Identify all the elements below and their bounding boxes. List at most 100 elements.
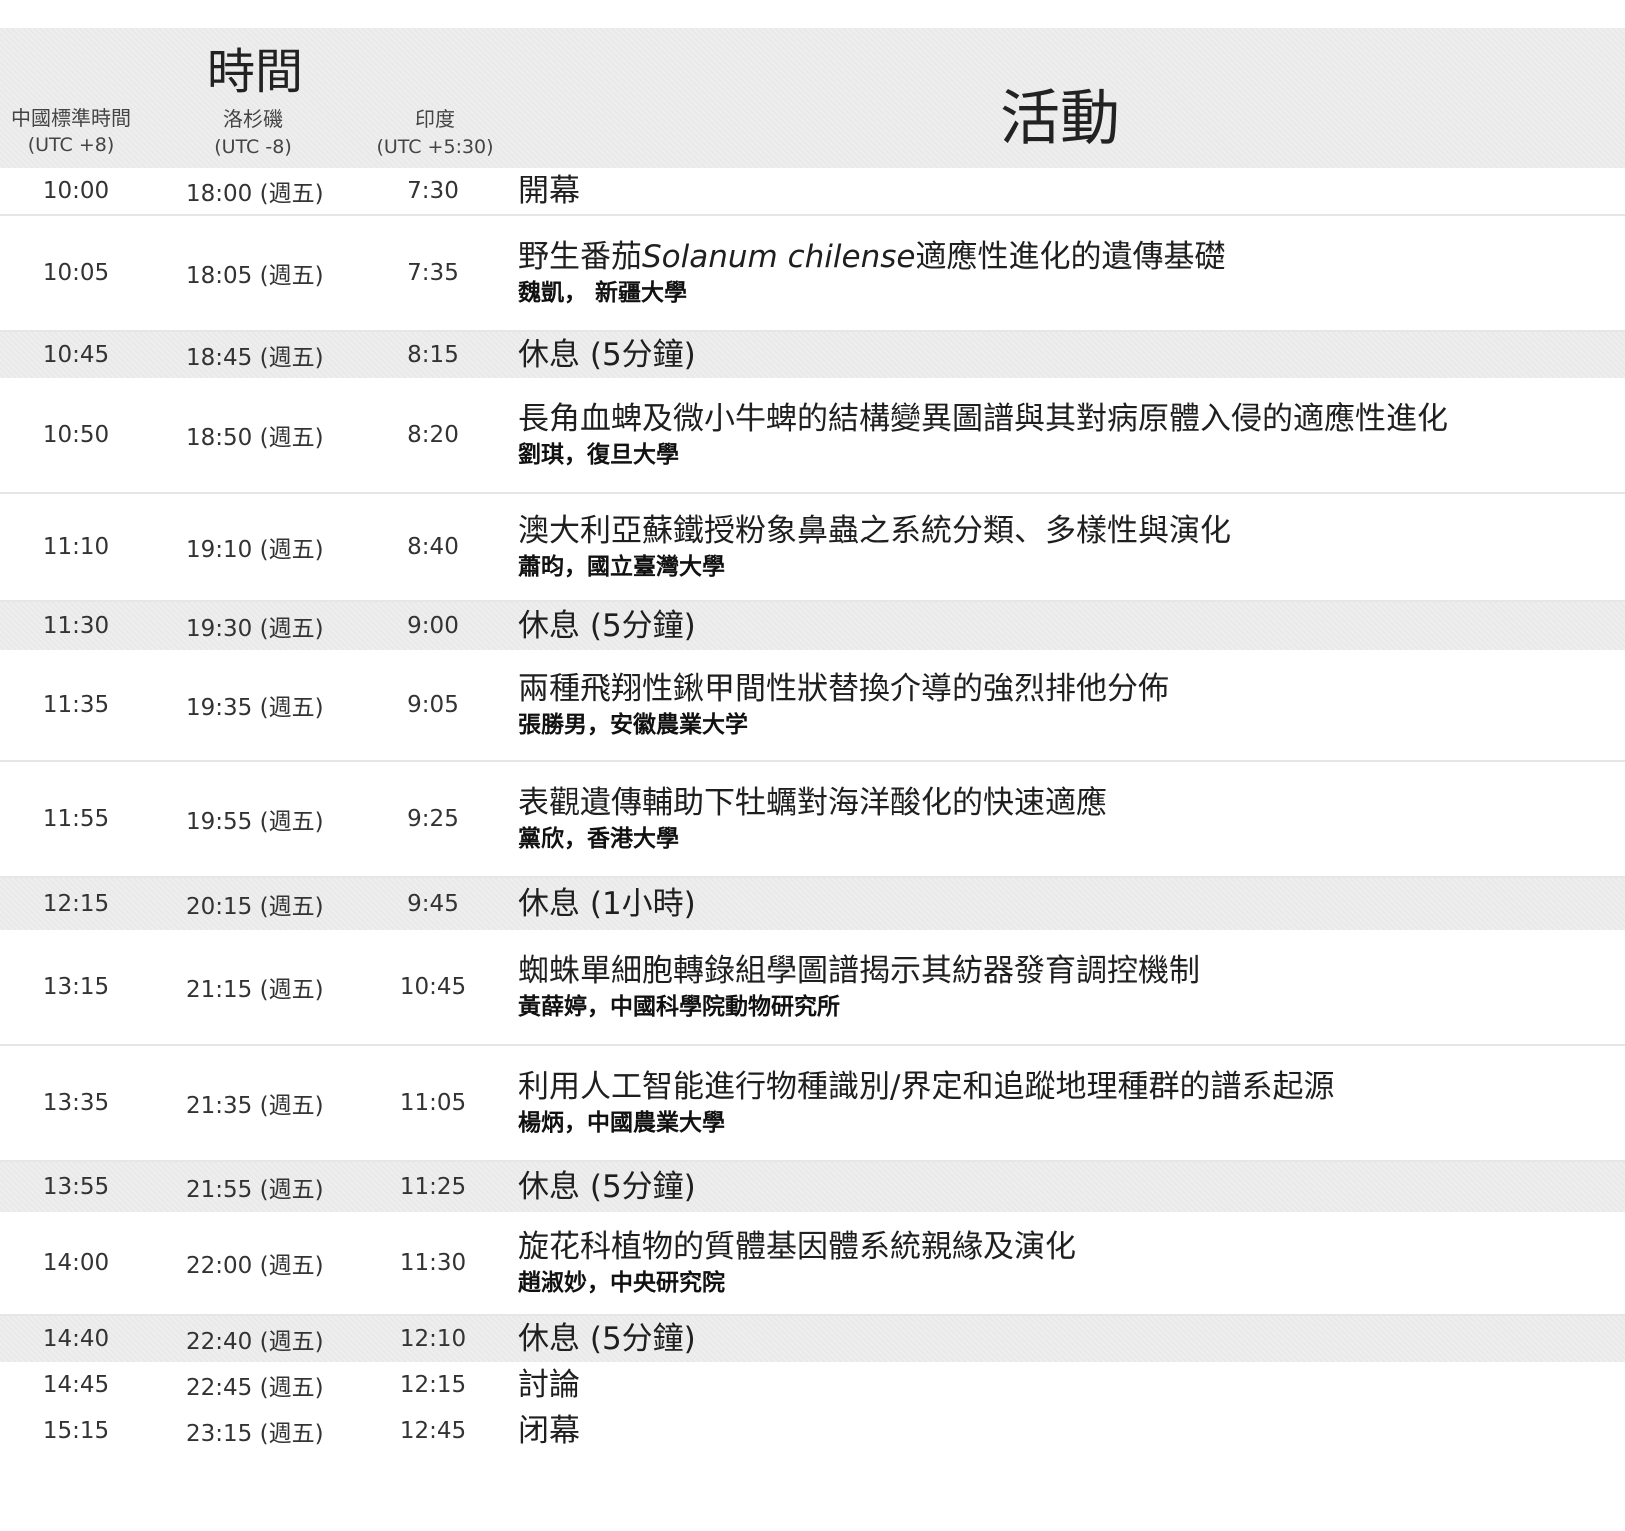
time-india: 9:00	[407, 613, 459, 639]
time-la: 18:00 (週五)	[186, 181, 324, 207]
activity-title: 旋花科植物的質體基因體系統親緣及演化	[518, 1229, 1076, 1265]
time-la: 21:15 (週五)	[186, 977, 324, 1003]
time-india: 7:30	[407, 178, 459, 204]
break-row: 13:55 21:55 (週五) 11:25 休息 (5分鐘)	[0, 1162, 1625, 1212]
activity-title: 休息 (5分鐘)	[518, 608, 696, 644]
speaker: 劉琪，復旦大學	[518, 442, 679, 468]
break-row: 11:30 19:30 (週五) 9:00 休息 (5分鐘)	[0, 602, 1625, 650]
time-china: 10:45	[42, 342, 110, 368]
time-india: 9:45	[407, 891, 459, 917]
speaker: 楊炳，中國農業大學	[518, 1110, 725, 1136]
time-china: 12:15	[42, 891, 110, 917]
time-la: 19:55 (週五)	[186, 809, 324, 835]
table-row: 10:05 18:05 (週五) 7:35 野生番茄Solanum chilense適…	[0, 216, 1625, 332]
table-header: 時間 中國標準時間(UTC +8) 洛杉磯 (UTC -8) 印度 (UTC +…	[0, 28, 1625, 168]
col-la-tz: (UTC -8)	[214, 136, 292, 158]
time-india: 7:35	[407, 260, 459, 286]
col-header-china: 中國標準時間(UTC +8)	[0, 105, 150, 158]
table-row: 15:15 23:15 (週五) 12:45 闭幕	[0, 1408, 1625, 1454]
table-row: 11:10 19:10 (週五) 8:40 澳大利亞蘇鐵授粉象鼻蟲之系統分類、多樣性與…	[0, 494, 1625, 602]
time-la: 22:40 (週五)	[186, 1329, 324, 1355]
time-la: 22:00 (週五)	[186, 1253, 324, 1279]
break-row: 12:15 20:15 (週五) 9:45 休息 (1小時)	[0, 878, 1625, 930]
activity-title: 休息 (5分鐘)	[518, 1169, 696, 1205]
activity-title: 活動	[1000, 84, 1120, 154]
activity-cell: 休息 (5分鐘)	[518, 607, 696, 645]
activity-title: 利用人工智能進行物種識別/界定和追蹤地理種群的譜系起源	[518, 1069, 1335, 1105]
col-china-tz: (UTC +8)	[27, 134, 115, 156]
activity-title: 開幕	[518, 173, 580, 209]
activity-cell: 休息 (5分鐘)	[518, 336, 696, 374]
speaker: 張勝男，安徽農業大学	[518, 712, 748, 738]
activity-cell: 休息 (1小時)	[518, 885, 696, 923]
speaker: 蕭昀，國立臺灣大學	[518, 554, 725, 580]
break-row: 10:45 18:45 (週五) 8:15 休息 (5分鐘)	[0, 332, 1625, 378]
schedule-table: 時間 中國標準時間(UTC +8) 洛杉磯 (UTC -8) 印度 (UTC +…	[0, 28, 1625, 1454]
time-la: 20:15 (週五)	[186, 894, 324, 920]
time-title: 時間	[206, 44, 303, 100]
title-part: 適應性進化的遺傳基礎	[915, 239, 1226, 275]
activity-title: 休息 (1小時)	[518, 886, 696, 922]
time-india: 8:40	[407, 534, 459, 560]
activity-cell: 討論	[518, 1366, 580, 1404]
col-india-label: 印度	[415, 107, 455, 131]
time-la: 18:05 (週五)	[186, 263, 324, 289]
col-header-india: 印度 (UTC +5:30)	[370, 105, 500, 161]
time-china: 13:55	[42, 1174, 110, 1200]
activity-title: 表觀遺傳輔助下牡蠣對海洋酸化的快速適應	[518, 785, 1107, 821]
activity-title: 澳大利亞蘇鐵授粉象鼻蟲之系統分類、多樣性與演化	[518, 513, 1231, 549]
table-row: 14:00 22:00 (週五) 11:30 旋花科植物的質體基因體系統親緣及演化趙淑…	[0, 1212, 1625, 1316]
activity-title: 闭幕	[518, 1413, 580, 1449]
col-header-la: 洛杉磯 (UTC -8)	[176, 105, 330, 161]
table-row: 14:45 22:45 (週五) 12:15 討論	[0, 1362, 1625, 1408]
time-china: 11:10	[42, 534, 110, 560]
col-china-label: 中國標準時間(UTC +8)	[11, 106, 131, 156]
activity-cell: 蜘蛛單細胞轉錄組學圖譜揭示其紡器發育調控機制 黃薛婷，中國科學院動物研究所	[518, 952, 1200, 1022]
activity-title: 休息 (5分鐘)	[518, 337, 696, 373]
activity-title: 兩種飛翔性鍬甲間性狀替換介導的強烈排他分佈	[518, 671, 1169, 707]
time-india: 11:30	[399, 1250, 467, 1276]
activity-title: 長角血蜱及微小牛蜱的結構變異圖譜與其對病原體入侵的適應性進化	[518, 401, 1448, 437]
break-row: 14:40 22:40 (週五) 12:10 休息 (5分鐘)	[0, 1316, 1625, 1362]
time-india: 9:05	[407, 692, 459, 718]
speaker: 黨欣，香港大學	[518, 826, 679, 852]
speaker: 趙淑妙，中央研究院	[518, 1270, 725, 1296]
table-row: 13:15 21:15 (週五) 10:45 蜘蛛單細胞轉錄組學圖譜揭示其紡器發育調控…	[0, 930, 1625, 1046]
time-india: 11:25	[399, 1174, 467, 1200]
time-china: 15:15	[42, 1418, 110, 1444]
time-china: 14:40	[42, 1326, 110, 1352]
activity-title: 討論	[518, 1367, 580, 1403]
time-la: 18:50 (週五)	[186, 425, 324, 451]
activity-cell: 澳大利亞蘇鐵授粉象鼻蟲之系統分類、多樣性與演化蕭昀，國立臺灣大學	[518, 512, 1231, 582]
time-india: 12:10	[399, 1326, 467, 1352]
time-china: 14:00	[42, 1250, 110, 1276]
time-la: 18:45 (週五)	[186, 345, 324, 371]
activity-title: 野生番茄Solanum chilense適應性進化的遺傳基礎	[518, 238, 1225, 276]
time-china: 10:50	[42, 422, 110, 448]
time-china: 13:15	[42, 974, 110, 1000]
time-china: 13:35	[42, 1090, 110, 1116]
time-china: 11:30	[42, 613, 110, 639]
time-la: 21:55 (週五)	[186, 1177, 324, 1203]
activity-cell: 長角血蜱及微小牛蜱的結構變異圖譜與其對病原體入侵的適應性進化劉琪，復旦大學	[518, 400, 1448, 470]
activity-cell: 利用人工智能進行物種識別/界定和追蹤地理種群的譜系起源楊炳，中國農業大學	[518, 1068, 1334, 1138]
time-la: 19:35 (週五)	[186, 695, 324, 721]
activity-cell: 休息 (5分鐘)	[518, 1320, 696, 1358]
time-la: 19:30 (週五)	[186, 616, 324, 642]
time-la: 22:45 (週五)	[186, 1375, 324, 1401]
time-china: 10:00	[42, 178, 110, 204]
time-india: 11:05	[399, 1090, 467, 1116]
table-row: 10:50 18:50 (週五) 8:20 長角血蜱及微小牛蜱的結構變異圖譜與其對病原…	[0, 378, 1625, 494]
time-la: 21:35 (週五)	[186, 1093, 324, 1119]
time-china: 11:55	[42, 806, 110, 832]
activity-cell: 兩種飛翔性鍬甲間性狀替換介導的強烈排他分佈張勝男，安徽農業大学	[518, 670, 1169, 740]
activity-cell: 闭幕	[518, 1412, 580, 1450]
table-row: 11:35 19:35 (週五) 9:05 兩種飛翔性鍬甲間性狀替換介導的強烈排他分佈…	[0, 650, 1625, 762]
table-row: 10:00 18:00 (週五) 7:30 開幕	[0, 168, 1625, 216]
schedule-rows: 10:00 18:00 (週五) 7:30 開幕 10:05 18:05 (週五) 7:35…	[0, 168, 1625, 1454]
time-india: 8:15	[407, 342, 459, 368]
activity-cell: 旋花科植物的質體基因體系統親緣及演化趙淑妙，中央研究院	[518, 1228, 1076, 1298]
time-india: 12:45	[399, 1418, 467, 1444]
col-la-label: 洛杉磯	[223, 107, 283, 131]
col-india-tz: (UTC +5:30)	[376, 136, 494, 158]
